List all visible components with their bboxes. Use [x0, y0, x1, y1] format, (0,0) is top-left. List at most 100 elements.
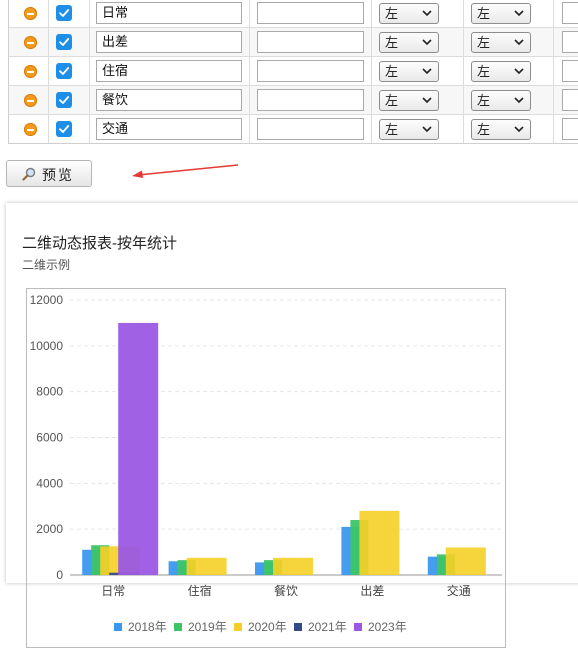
minus-circle-icon[interactable] — [24, 123, 37, 136]
align-select-1[interactable]: 左 — [379, 61, 439, 82]
extra-cell — [553, 28, 578, 56]
item-value-input[interactable] — [257, 89, 364, 111]
align-cell-2: 左 — [463, 0, 553, 27]
row-checkbox[interactable] — [56, 121, 72, 137]
table-row: 日常 左 左 — [9, 0, 578, 27]
check-icon — [59, 125, 70, 133]
check-cell — [48, 115, 89, 143]
check-icon — [59, 96, 70, 104]
extra-input[interactable] — [562, 118, 578, 140]
align-select-1-value: 左 — [385, 122, 399, 137]
chevron-down-icon — [514, 97, 524, 104]
align-select-1-value: 左 — [385, 35, 399, 50]
row-checkbox[interactable] — [56, 63, 72, 79]
item-value-input[interactable] — [257, 2, 364, 24]
item-value-input[interactable] — [257, 118, 364, 140]
align-select-2-value: 左 — [477, 6, 491, 21]
align-select-1-value: 左 — [385, 64, 399, 79]
align-select-2[interactable]: 左 — [471, 3, 531, 24]
chevron-down-icon — [422, 126, 432, 133]
extra-input[interactable] — [562, 2, 578, 24]
align-select-1[interactable]: 左 — [379, 119, 439, 140]
align-select-2-value: 左 — [477, 64, 491, 79]
align-cell-1: 左 — [371, 86, 463, 114]
value-cell — [249, 115, 371, 143]
name-cell: 出差 — [89, 28, 249, 56]
preview-button[interactable]: 预览 — [6, 160, 92, 187]
name-cell: 日常 — [89, 0, 249, 27]
item-name-input[interactable]: 交通 — [96, 118, 242, 140]
extra-input[interactable] — [562, 60, 578, 82]
name-cell: 交通 — [89, 115, 249, 143]
align-select-1[interactable]: 左 — [379, 3, 439, 24]
extra-cell — [553, 57, 578, 85]
remove-cell — [9, 57, 48, 85]
align-select-1[interactable]: 左 — [379, 32, 439, 53]
check-icon — [59, 9, 70, 17]
row-checkbox[interactable] — [56, 5, 72, 21]
align-select-1-value: 左 — [385, 93, 399, 108]
chart-plot-frame — [26, 288, 506, 648]
item-name-input[interactable]: 住宿 — [96, 60, 242, 82]
align-select-2-value: 左 — [477, 35, 491, 50]
check-icon — [59, 67, 70, 75]
chevron-down-icon — [422, 68, 432, 75]
extra-cell — [553, 86, 578, 114]
align-select-1[interactable]: 左 — [379, 90, 439, 111]
chevron-down-icon — [514, 126, 524, 133]
table-row: 交通 左 左 — [9, 114, 578, 143]
align-cell-2: 左 — [463, 28, 553, 56]
chevron-down-icon — [514, 68, 524, 75]
item-name-input[interactable]: 餐饮 — [96, 89, 242, 111]
name-cell: 餐饮 — [89, 86, 249, 114]
table-row: 住宿 左 左 — [9, 56, 578, 85]
align-select-2[interactable]: 左 — [471, 32, 531, 53]
magnifier-icon — [22, 167, 36, 184]
check-cell — [48, 28, 89, 56]
align-cell-1: 左 — [371, 0, 463, 27]
align-select-2-value: 左 — [477, 93, 491, 108]
check-cell — [48, 0, 89, 27]
item-name-input[interactable]: 出差 — [96, 31, 242, 53]
value-cell — [249, 86, 371, 114]
item-value-input[interactable] — [257, 60, 364, 82]
chevron-down-icon — [514, 39, 524, 46]
minus-circle-icon[interactable] — [24, 94, 37, 107]
remove-cell — [9, 0, 48, 27]
item-value-input[interactable] — [257, 31, 364, 53]
chart-subtitle: 二维示例 — [22, 258, 71, 272]
preview-button-label: 预览 — [42, 167, 74, 183]
align-cell-2: 左 — [463, 57, 553, 85]
chevron-down-icon — [514, 10, 524, 17]
extra-input[interactable] — [562, 31, 578, 53]
minus-circle-icon[interactable] — [24, 65, 37, 78]
chevron-down-icon — [422, 10, 432, 17]
value-cell — [249, 0, 371, 27]
align-cell-1: 左 — [371, 57, 463, 85]
row-checkbox[interactable] — [56, 92, 72, 108]
chevron-down-icon — [422, 39, 432, 46]
minus-circle-icon[interactable] — [24, 36, 37, 49]
row-checkbox[interactable] — [56, 34, 72, 50]
align-select-1-value: 左 — [385, 6, 399, 21]
item-name-input[interactable]: 日常 — [96, 2, 242, 24]
chevron-down-icon — [422, 97, 432, 104]
table-row: 出差 左 左 — [9, 27, 578, 56]
item-config-table: 日常左左出差左左住宿左左餐饮左左交通左左 — [8, 0, 578, 144]
minus-circle-icon[interactable] — [24, 7, 37, 20]
table-row: 餐饮 左 左 — [9, 85, 578, 114]
check-icon — [59, 38, 70, 46]
align-select-2[interactable]: 左 — [471, 90, 531, 111]
remove-cell — [9, 115, 48, 143]
align-cell-2: 左 — [463, 115, 553, 143]
value-cell — [249, 57, 371, 85]
annotation-arrow — [132, 164, 239, 178]
value-cell — [249, 28, 371, 56]
remove-cell — [9, 86, 48, 114]
align-cell-1: 左 — [371, 28, 463, 56]
align-select-2[interactable]: 左 — [471, 61, 531, 82]
check-cell — [48, 57, 89, 85]
extra-input[interactable] — [562, 89, 578, 111]
align-select-2-value: 左 — [477, 122, 491, 137]
align-select-2[interactable]: 左 — [471, 119, 531, 140]
